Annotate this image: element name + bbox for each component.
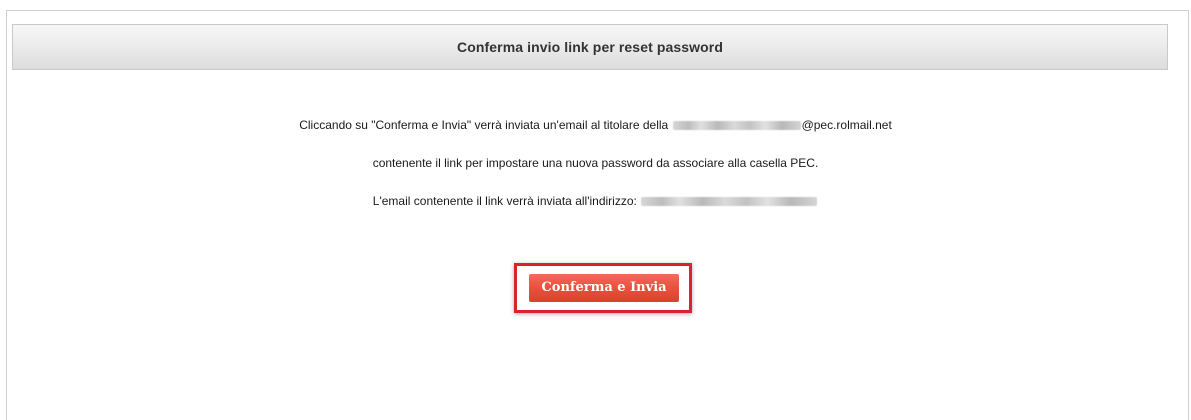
panel-header: Conferma invio link per reset password <box>12 24 1168 70</box>
message-line-2-text: contenente il link per impostare una nuo… <box>372 156 819 170</box>
message-line-3: L'email contenente il link verrà inviata… <box>0 194 1191 208</box>
page-container <box>6 10 1189 420</box>
redacted-recipient-address <box>641 197 818 207</box>
message-line-1-text: Cliccando su "Conferma e Invia" verrà in… <box>299 118 669 132</box>
confirm-and-send-button[interactable]: Conferma e Invia <box>529 274 679 302</box>
mailbox-domain: @pec.rolmail.net <box>801 118 892 132</box>
message-line-2: contenente il link per impostare una nuo… <box>0 156 1191 170</box>
page-title: Conferma invio link per reset password <box>457 39 723 55</box>
redacted-mailbox-name <box>672 121 801 131</box>
message-line-3-text: L'email contenente il link verrà inviata… <box>372 194 637 208</box>
message-line-1: Cliccando su "Conferma e Invia" verrà in… <box>0 118 1191 132</box>
